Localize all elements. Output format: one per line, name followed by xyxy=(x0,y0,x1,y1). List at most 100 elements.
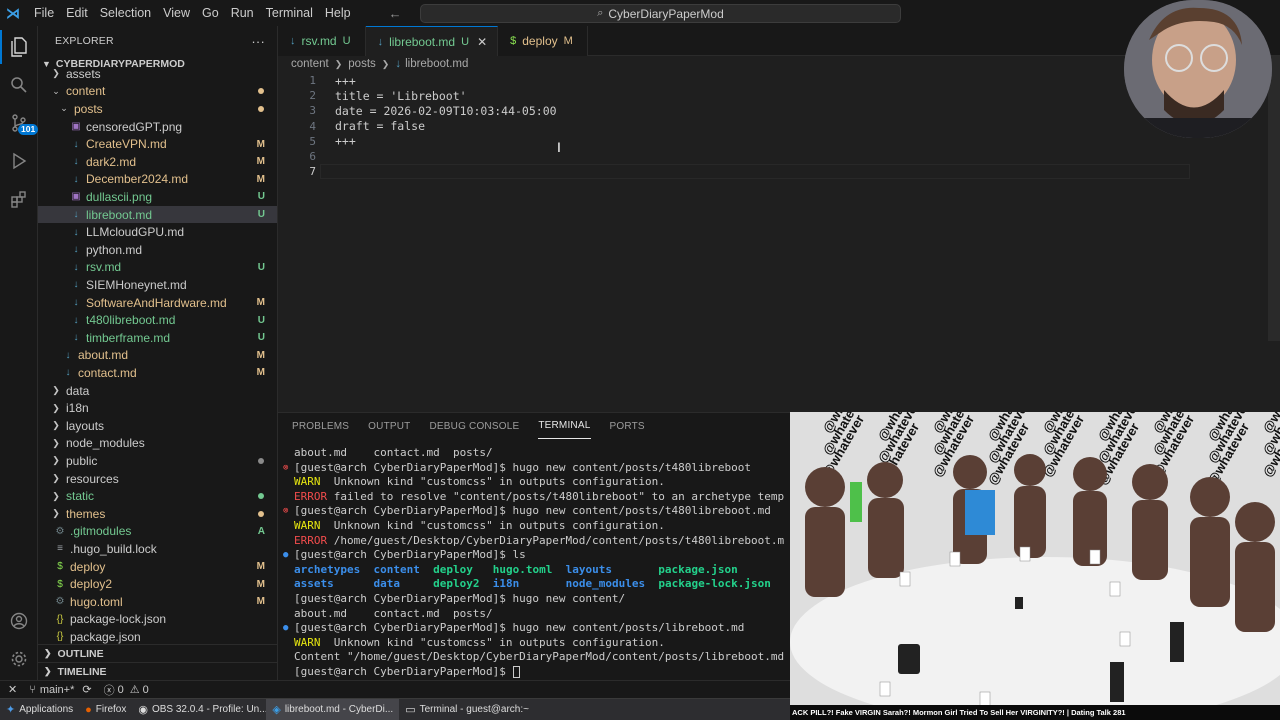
tree-file[interactable]: ↓ LLMcloudGPU.md xyxy=(38,223,277,241)
taskbar-item[interactable]: ◈ libreboot.md - CyberDi... xyxy=(266,698,400,720)
panel-tab-terminal[interactable]: TERMINAL xyxy=(538,413,591,439)
code-line[interactable]: 1 +++ xyxy=(278,73,1268,88)
terminal-text: content xyxy=(373,562,420,576)
menu-go[interactable]: Go xyxy=(196,0,225,26)
menu-edit[interactable]: Edit xyxy=(60,0,94,26)
tree-file[interactable]: $ deploy2 M xyxy=(38,575,277,593)
chevron-right-icon: ❯ xyxy=(52,490,60,501)
explorer-header: EXPLORER ··· xyxy=(38,26,277,56)
breadcrumb-content[interactable]: content xyxy=(291,58,329,70)
command-center-search[interactable]: ⌕ CyberDiaryPaperMod xyxy=(420,4,901,23)
editor-tab[interactable]: ↓ rsv.md U xyxy=(278,26,366,56)
source-control-icon[interactable]: 101 xyxy=(0,106,39,140)
breadcrumb-file[interactable]: libreboot.md xyxy=(405,58,468,70)
tree-folder[interactable]: ❯ i18n xyxy=(38,399,277,417)
tree-file[interactable]: ↓ contact.md M xyxy=(38,364,277,382)
editor-tab[interactable]: ↓ libreboot.md U ✕ xyxy=(365,26,499,56)
timeline-section[interactable]: ❯ TIMELINE xyxy=(38,662,277,680)
tree-folder[interactable]: ❯ data xyxy=(38,382,277,400)
menu-selection[interactable]: Selection xyxy=(94,0,157,26)
taskbar-item[interactable]: ● Firefox xyxy=(79,699,132,720)
tree-folder[interactable]: ❯ public xyxy=(38,452,277,470)
taskbar-item[interactable]: ◉ OBS 32.0.4 - Profile: Un... xyxy=(132,699,266,720)
taskbar-item[interactable]: ✦ Applications xyxy=(0,699,79,720)
tree-file[interactable]: ↓ timberframe.md U xyxy=(38,329,277,347)
command-success-icon[interactable]: ● xyxy=(283,548,288,563)
markdown-file-icon: ↓ xyxy=(290,35,296,47)
more-actions-icon[interactable]: ··· xyxy=(251,34,265,49)
tree-folder[interactable]: ❯ assets xyxy=(38,65,277,83)
editor-scrollbar[interactable] xyxy=(1268,56,1280,341)
status-bar: ✕ ⑂ main+* ⟳ ⓧ 0 ⚠ 0 xyxy=(0,680,790,698)
panel-tab-ports[interactable]: PORTS xyxy=(610,413,645,439)
code-line[interactable]: 5 +++ xyxy=(278,134,1268,149)
git-branch-icon: ⑂ xyxy=(29,683,36,696)
command-success-icon[interactable]: ● xyxy=(283,621,288,636)
menu-run[interactable]: Run xyxy=(225,0,260,26)
chevron-right-icon: ❯ xyxy=(334,58,343,69)
tree-file[interactable]: {} package-lock.json xyxy=(38,611,277,629)
taskbar-item[interactable]: ▭ Terminal - guest@arch:~ xyxy=(399,699,535,720)
editor-tab[interactable]: $ deploy M xyxy=(498,26,588,56)
code-line[interactable]: 2 title = 'Libreboot' xyxy=(278,88,1268,103)
tree-folder[interactable]: ⌄ content xyxy=(38,83,277,101)
tree-file[interactable]: ↓ CreateVPN.md M xyxy=(38,135,277,153)
tree-file[interactable]: ↓ about.md M xyxy=(38,347,277,365)
tree-folder[interactable]: ❯ layouts xyxy=(38,417,277,435)
tree-file[interactable]: ↓ python.md xyxy=(38,241,277,259)
tree-folder[interactable]: ❯ static xyxy=(38,487,277,505)
tree-file[interactable]: ↓ December2024.md M xyxy=(38,171,277,189)
code-line[interactable]: 4 draft = false xyxy=(278,119,1268,134)
tab-git-status: U xyxy=(461,35,470,48)
terminal-text: [guest@arch CyberDiaryPaperMod]$ hugo ne… xyxy=(294,504,771,518)
branch-indicator[interactable]: ⑂ main+* ⟳ xyxy=(29,683,91,697)
settings-gear-icon[interactable] xyxy=(0,642,38,676)
tree-file[interactable]: ↓ libreboot.md U xyxy=(38,205,277,224)
explorer-files-icon[interactable] xyxy=(0,30,38,64)
tree-file[interactable]: $ deploy M xyxy=(38,558,277,576)
code-line[interactable]: 6 xyxy=(278,149,1268,164)
code-editor[interactable]: 1 +++ 2 title = 'Libreboot' 3 date = 2026-02-… xyxy=(278,72,1268,412)
close-tab-icon[interactable]: ✕ xyxy=(477,35,487,49)
tree-file[interactable]: ↓ SoftwareAndHardware.md M xyxy=(38,294,277,312)
extensions-icon[interactable] xyxy=(0,182,38,216)
tree-file[interactable]: ▣ censoredGPT.png xyxy=(38,118,277,136)
tree-folder[interactable]: ❯ node_modules xyxy=(38,435,277,453)
command-error-icon[interactable]: ⊗ xyxy=(283,504,288,519)
back-arrow-icon[interactable]: ← xyxy=(389,6,402,21)
breadcrumb-posts[interactable]: posts xyxy=(348,58,376,70)
menu-view[interactable]: View xyxy=(157,0,196,26)
code-line[interactable]: 3 date = 2026-02-09T10:03:44-05:00 xyxy=(278,103,1268,118)
tree-folder[interactable]: ❯ resources xyxy=(38,470,277,488)
menu-help[interactable]: Help xyxy=(319,0,357,26)
outline-section[interactable]: ❯ OUTLINE xyxy=(38,644,277,662)
menu-file[interactable]: File xyxy=(28,0,60,26)
tree-file[interactable]: ▣ dullascii.png U xyxy=(38,188,277,206)
terminal-output[interactable]: about.md contact.md posts/ ⊗ [guest@arch C… xyxy=(278,446,790,681)
tree-file[interactable]: ↓ SIEMHoneynet.md xyxy=(38,276,277,294)
panel-tab-debug-console[interactable]: DEBUG CONSOLE xyxy=(429,413,519,439)
podcast-scene-image: @whatever@whatever @whatever@whatever @wha… xyxy=(790,412,1280,705)
panel-tab-output[interactable]: OUTPUT xyxy=(368,413,410,439)
terminal-text: data xyxy=(373,577,401,591)
menu-terminal[interactable]: Terminal xyxy=(260,0,319,26)
tree-file[interactable]: ↓ t480libreboot.md U xyxy=(38,311,277,329)
tree-file[interactable]: ⚙ .gitmodules A xyxy=(38,523,277,541)
problems-indicator[interactable]: ⓧ 0 ⚠ 0 xyxy=(104,682,149,698)
title-bar: ⋊ File Edit Selection View Go Run Terminal Help… xyxy=(0,0,1280,26)
tree-file[interactable]: ↓ rsv.md U xyxy=(38,259,277,277)
remote-icon[interactable]: ✕ xyxy=(8,683,17,696)
tree-folder[interactable]: ⌄ posts xyxy=(38,100,277,118)
tab-label: libreboot.md xyxy=(389,34,456,49)
image-file-icon: ▣ xyxy=(71,121,81,133)
tree-file[interactable]: ≡ .hugo_build.lock xyxy=(38,540,277,558)
run-debug-icon[interactable] xyxy=(0,144,38,178)
tab-git-status: U xyxy=(342,35,351,47)
account-icon[interactable] xyxy=(0,604,38,638)
tree-file[interactable]: ⚙ hugo.toml M xyxy=(38,593,277,611)
panel-tab-problems[interactable]: PROBLEMS xyxy=(292,413,349,439)
search-icon[interactable] xyxy=(0,68,38,102)
command-error-icon[interactable]: ⊗ xyxy=(283,461,288,476)
tree-file[interactable]: ↓ dark2.md M xyxy=(38,153,277,171)
tree-folder[interactable]: ❯ themes xyxy=(38,505,277,523)
